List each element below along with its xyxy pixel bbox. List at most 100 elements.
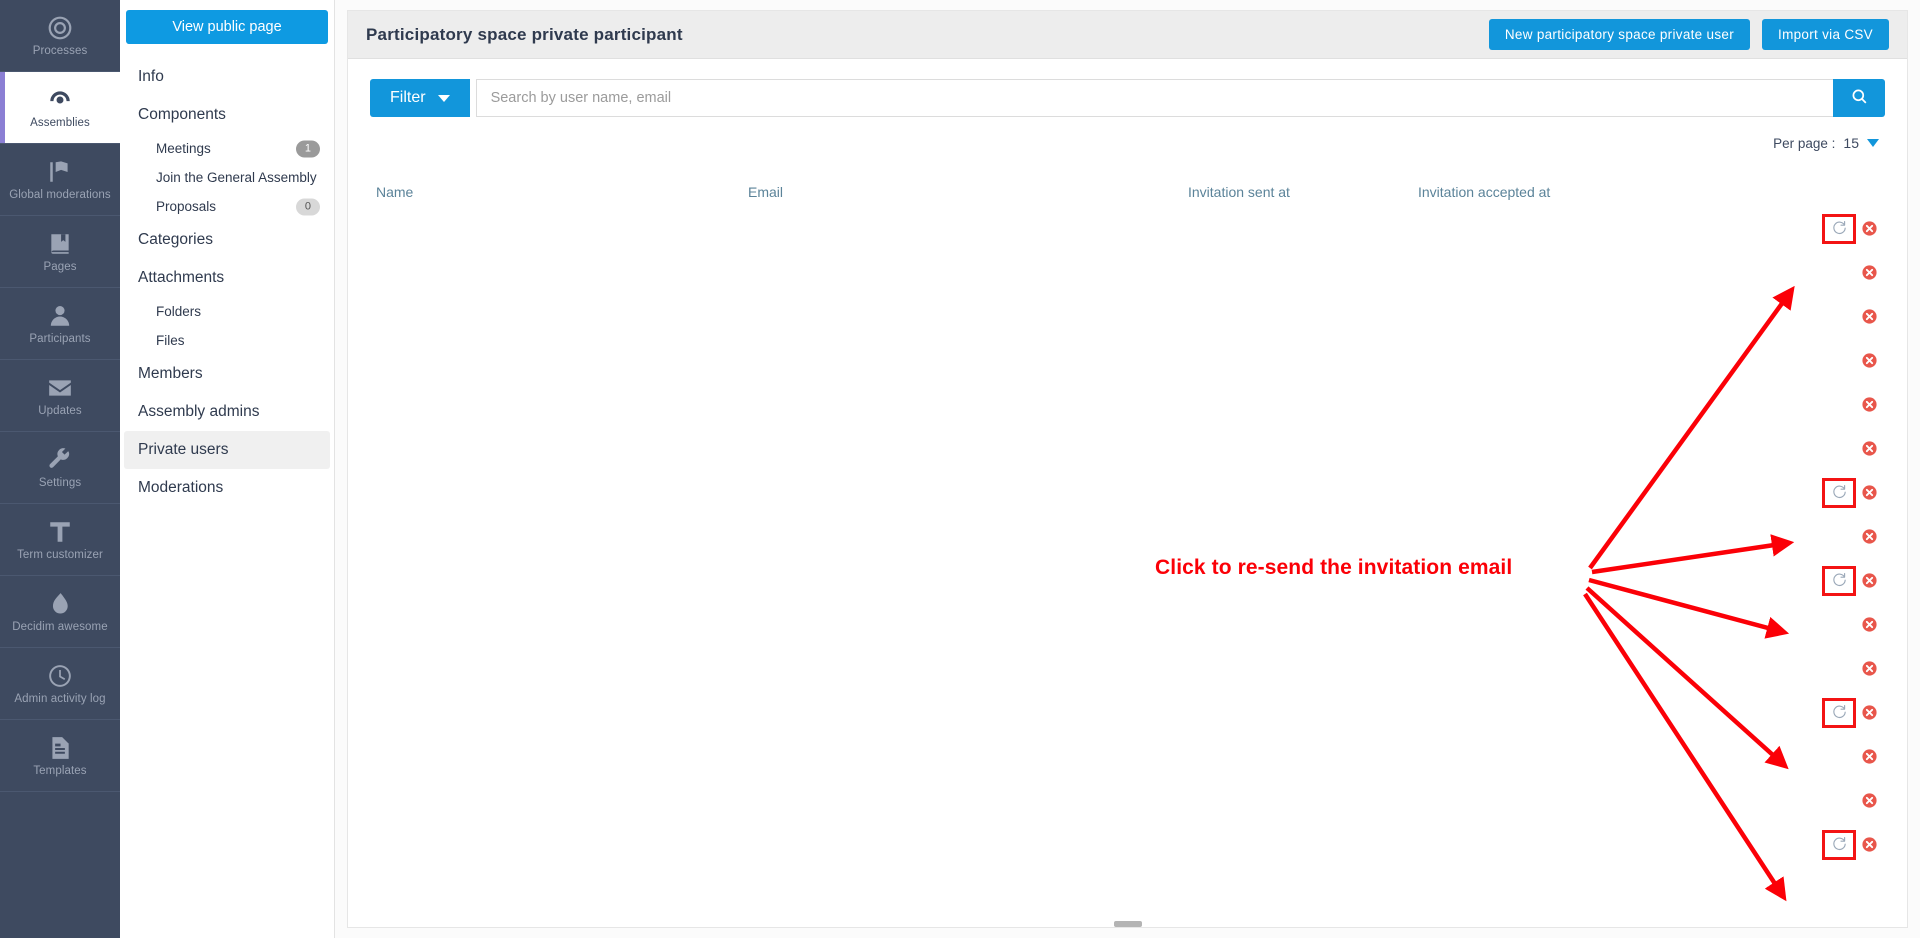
sidebar-item-label: Settings <box>38 476 82 489</box>
delete-user-button[interactable] <box>1861 748 1879 766</box>
subnav-item-join-the-general-assembly[interactable]: Join the General Assembly <box>124 163 330 192</box>
sidebar-item-updates[interactable]: Updates <box>0 360 120 432</box>
sidebar-item-processes[interactable]: Processes <box>0 0 120 72</box>
sidebar-item-assemblies[interactable]: Assemblies <box>0 72 120 144</box>
close-circle-icon <box>1861 528 1878 546</box>
cell-name <box>348 471 748 515</box>
import-via-csv-button[interactable]: Import via CSV <box>1762 19 1889 50</box>
subnav-item-components[interactable]: Components <box>124 96 330 134</box>
search-button[interactable] <box>1833 79 1885 117</box>
per-page-value[interactable]: 15 <box>1843 135 1859 151</box>
column-header-name[interactable]: Name <box>348 177 748 207</box>
delete-user-button[interactable] <box>1861 528 1879 546</box>
chevron-down-icon[interactable] <box>1867 139 1879 147</box>
private-users-table: Name Email Invitation sent at Invitation… <box>348 177 1907 867</box>
sidebar-item-label: Participants <box>29 332 91 345</box>
view-public-page-button[interactable]: View public page <box>126 10 328 44</box>
subnav-item-moderations[interactable]: Moderations <box>124 469 330 507</box>
primary-sidebar: Processes Assemblies Global moderations … <box>0 0 120 938</box>
sidebar-item-participants[interactable]: Participants <box>0 288 120 360</box>
delete-user-button[interactable] <box>1861 572 1879 590</box>
cell-invitation-accepted-at <box>1418 471 1718 515</box>
resend-invitation-button[interactable] <box>1822 830 1856 860</box>
book-icon <box>47 231 73 257</box>
cell-invitation-sent-at <box>1188 779 1418 823</box>
sidebar-item-settings[interactable]: Settings <box>0 432 120 504</box>
new-private-user-button[interactable]: New participatory space private user <box>1488 19 1751 50</box>
subnav-item-proposals[interactable]: Proposals 0 <box>124 192 330 221</box>
pagination-bar[interactable] <box>1113 921 1142 927</box>
delete-user-button[interactable] <box>1861 396 1879 414</box>
close-circle-icon <box>1861 264 1878 282</box>
cell-invitation-sent-at <box>1188 383 1418 427</box>
subnav-item-categories[interactable]: Categories <box>124 221 330 259</box>
sidebar-item-term-customizer[interactable]: Term customizer <box>0 504 120 576</box>
delete-user-button[interactable] <box>1861 792 1879 810</box>
delete-user-button[interactable] <box>1861 836 1879 854</box>
delete-user-button[interactable] <box>1861 308 1879 326</box>
cell-name <box>348 691 748 735</box>
pagination[interactable] <box>348 921 1907 927</box>
cell-actions <box>1718 515 1907 559</box>
row-action-group <box>1718 830 1879 860</box>
delete-user-button[interactable] <box>1861 616 1879 634</box>
assembly-icon <box>47 87 73 113</box>
refresh-icon <box>1831 571 1848 591</box>
delete-user-button[interactable] <box>1861 220 1879 238</box>
row-action-group <box>1718 434 1879 464</box>
table-row <box>348 691 1907 735</box>
cell-invitation-accepted-at <box>1418 559 1718 603</box>
delete-user-button[interactable] <box>1861 660 1879 678</box>
cell-actions <box>1718 647 1907 691</box>
sidebar-item-pages[interactable]: Pages <box>0 216 120 288</box>
row-action-group <box>1718 390 1879 420</box>
target-icon <box>47 15 73 41</box>
template-icon <box>47 735 73 761</box>
sidebar-item-admin-activity-log[interactable]: Admin activity log <box>0 648 120 720</box>
text-t-icon <box>47 519 73 545</box>
sidebar-item-label: Decidim awesome <box>12 620 108 633</box>
search-input[interactable] <box>475 79 1833 117</box>
sidebar-item-global-moderations[interactable]: Global moderations <box>0 144 120 216</box>
cell-name <box>348 207 748 251</box>
subnav-item-assembly-admins[interactable]: Assembly admins <box>124 393 330 431</box>
resend-invitation-button[interactable] <box>1822 698 1856 728</box>
table-row <box>348 779 1907 823</box>
search-icon <box>1850 87 1869 109</box>
close-circle-icon <box>1861 220 1878 238</box>
close-circle-icon <box>1861 704 1878 722</box>
column-header-invitation-accepted-at[interactable]: Invitation accepted at <box>1418 177 1718 207</box>
resend-invitation-button[interactable] <box>1822 214 1856 244</box>
row-action-group <box>1718 346 1879 376</box>
subnav-item-meetings[interactable]: Meetings 1 <box>124 134 330 163</box>
table-row <box>348 559 1907 603</box>
delete-user-button[interactable] <box>1861 484 1879 502</box>
table-row <box>348 427 1907 471</box>
subnav-item-private-users[interactable]: Private users <box>124 431 330 469</box>
filter-button[interactable]: Filter <box>370 79 470 117</box>
resend-invitation-button[interactable] <box>1822 566 1856 596</box>
subnav-item-info[interactable]: Info <box>124 58 330 96</box>
resend-placeholder <box>1826 746 1852 768</box>
subnav-item-files[interactable]: Files <box>124 326 330 355</box>
subnav-item-members[interactable]: Members <box>124 355 330 393</box>
resend-invitation-button[interactable] <box>1822 478 1856 508</box>
subnav-item-attachments[interactable]: Attachments <box>124 259 330 297</box>
delete-user-button[interactable] <box>1861 352 1879 370</box>
cell-email <box>748 251 1188 295</box>
column-header-email[interactable]: Email <box>748 177 1188 207</box>
cell-name <box>348 559 748 603</box>
subnav-item-folders[interactable]: Folders <box>124 297 330 326</box>
cell-email <box>748 383 1188 427</box>
delete-user-button[interactable] <box>1861 704 1879 722</box>
delete-user-button[interactable] <box>1861 264 1879 282</box>
column-header-invitation-sent-at[interactable]: Invitation sent at <box>1188 177 1418 207</box>
sidebar-item-templates[interactable]: Templates <box>0 720 120 792</box>
delete-user-button[interactable] <box>1861 440 1879 458</box>
cell-actions <box>1718 735 1907 779</box>
table-row <box>348 735 1907 779</box>
sidebar-item-decidim-awesome[interactable]: Decidim awesome <box>0 576 120 648</box>
table-header-row: Name Email Invitation sent at Invitation… <box>348 177 1907 207</box>
table-row <box>348 383 1907 427</box>
table-row <box>348 207 1907 251</box>
